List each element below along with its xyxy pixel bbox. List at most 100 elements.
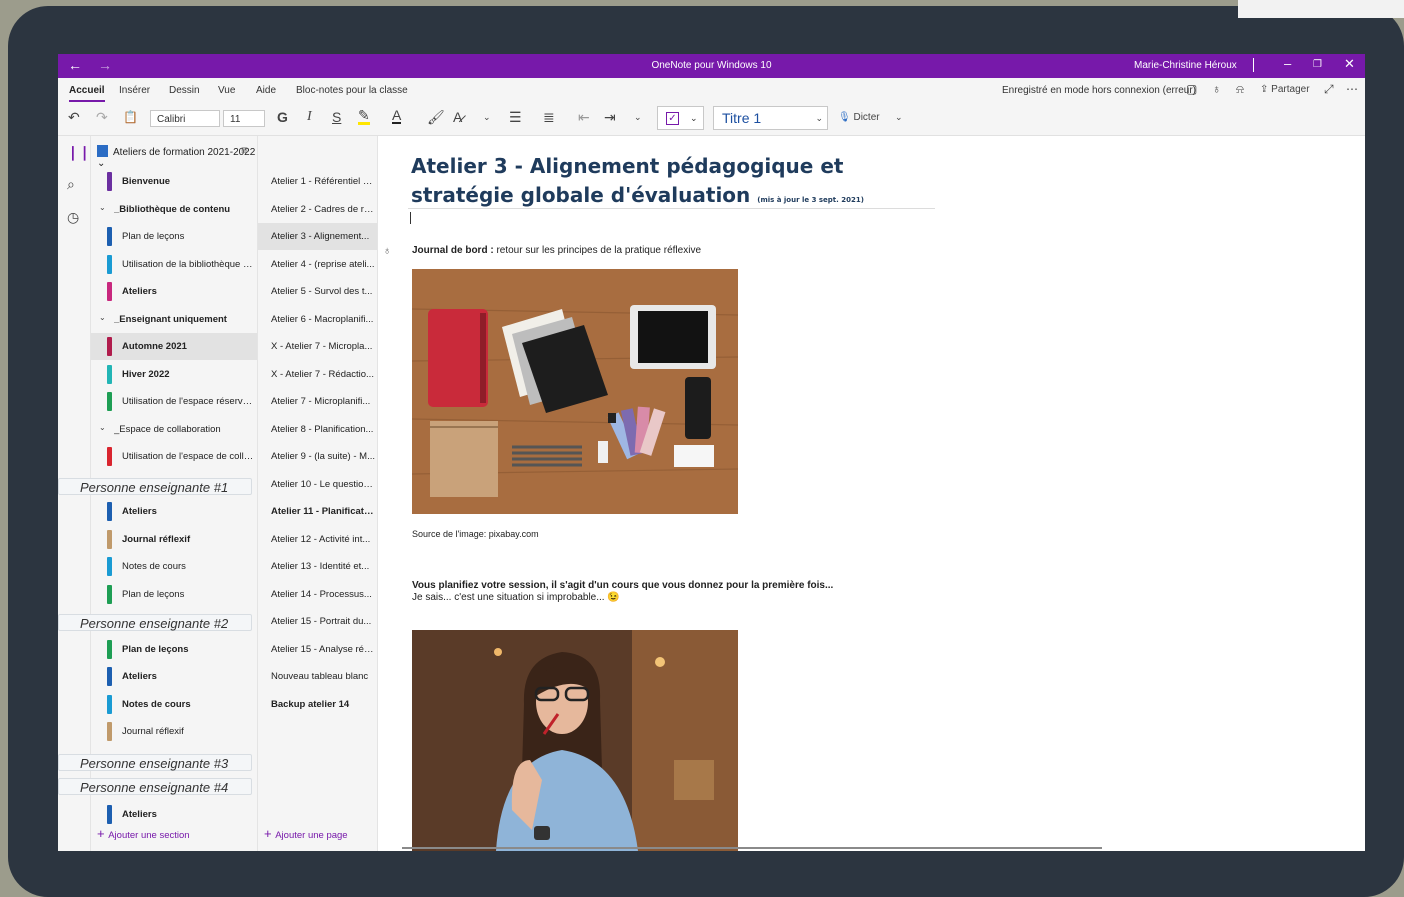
clear-format-icon[interactable]: A̷ xyxy=(453,109,462,125)
sort-icon[interactable]: ≡ xyxy=(241,143,248,157)
section-item[interactable]: Notes de cours xyxy=(91,553,257,580)
section-item[interactable]: Bienvenue xyxy=(91,168,257,195)
chevron-down-icon[interactable]: ⌄ xyxy=(99,423,106,432)
section-group[interactable]: ⌄ _Enseignant uniquement xyxy=(91,306,257,333)
page-item[interactable]: Atelier 15 - Analyse réfl... xyxy=(258,636,377,663)
tab-bloc-notes-classe[interactable]: Bloc-notes pour la classe xyxy=(296,85,408,96)
fullscreen-icon[interactable]: ⤢ xyxy=(1324,82,1334,97)
page-item[interactable]: Atelier 7 - Microplanifi... xyxy=(258,388,377,415)
section-item[interactable]: Ateliers xyxy=(91,801,257,828)
page-item[interactable]: Atelier 13 - Identité et... xyxy=(258,553,377,580)
font-family-select[interactable]: Calibri xyxy=(150,110,220,127)
tab-inserer[interactable]: Insérer xyxy=(119,85,150,96)
page-item[interactable]: X - Atelier 7 - Rédactio... xyxy=(258,361,377,388)
font-size-select[interactable]: 11 xyxy=(223,110,265,127)
lightbulb-icon[interactable]: ♁ xyxy=(1212,82,1221,96)
chevron-down-icon[interactable]: ⌄ xyxy=(895,112,903,123)
page-title[interactable]: Atelier 3 - Alignement pédagogique et st… xyxy=(411,152,931,215)
section-item[interactable]: Ateliers xyxy=(91,498,257,525)
lightbulb-icon[interactable]: ♁ xyxy=(383,245,391,257)
page-item[interactable]: Atelier 11 - Planificatio... xyxy=(258,498,377,525)
italic-button[interactable]: I xyxy=(307,109,312,125)
chevron-down-icon[interactable]: ⌄ xyxy=(483,112,491,123)
format-painter-icon[interactable]: 🖌 xyxy=(427,109,445,126)
page-item[interactable]: Atelier 8 - Planification... xyxy=(258,416,377,443)
user-name[interactable]: Marie-Christine Héroux xyxy=(1134,60,1237,71)
page-item[interactable]: Nouveau tableau blanc xyxy=(258,663,377,690)
scenario-text[interactable]: Je sais... c'est une situation si improb… xyxy=(412,592,620,603)
page-item[interactable]: Atelier 9 - (la suite) - M... xyxy=(258,443,377,470)
outdent-icon[interactable]: ⇤ xyxy=(578,109,590,126)
section-item[interactable]: Journal réflexif xyxy=(91,526,257,553)
sync-status[interactable]: Enregistré en mode hors connexion (erreu… xyxy=(1002,85,1196,96)
page-item[interactable]: Atelier 1 - Référentiel d... xyxy=(258,168,377,195)
section-item[interactable]: Notes de cours xyxy=(91,691,257,718)
chevron-down-icon[interactable]: ⌄ xyxy=(634,112,642,123)
page-item[interactable]: Atelier 6 - Macroplanifi... xyxy=(258,306,377,333)
tab-aide[interactable]: Aide xyxy=(256,85,276,96)
restore-icon[interactable]: ❐ xyxy=(1313,59,1322,70)
minimize-icon[interactable]: – xyxy=(1284,56,1291,71)
page-item[interactable]: Atelier 2 - Cadres de ré... xyxy=(258,196,377,223)
section-label: Bienvenue xyxy=(122,176,171,187)
tab-accueil[interactable]: Accueil xyxy=(69,85,105,102)
bold-button[interactable]: G xyxy=(277,109,288,125)
undo-icon[interactable]: ↶ xyxy=(68,109,80,126)
dictate-button[interactable]: 🎙 Dicter xyxy=(838,112,880,123)
section-group[interactable]: ⌄ _Bibliothèque de contenu xyxy=(91,196,257,223)
chevron-down-icon[interactable]: ⌄ xyxy=(99,203,106,212)
tab-vue[interactable]: Vue xyxy=(218,85,235,96)
close-icon[interactable]: ✕ xyxy=(1344,56,1355,72)
underline-button[interactable]: S xyxy=(332,109,341,125)
recent-clock-icon[interactable]: ◷ xyxy=(67,209,79,226)
image-source-caption[interactable]: Source de l'image: pixabay.com xyxy=(412,529,539,539)
bullet-list-icon[interactable]: ☰ xyxy=(509,109,522,126)
numbered-list-icon[interactable]: ≣ xyxy=(543,109,555,126)
sticky-notes-icon[interactable]: ▢ xyxy=(1186,82,1197,96)
page-item[interactable]: Atelier 4 - (reprise ateli... xyxy=(258,251,377,278)
indent-icon[interactable]: ⇥ xyxy=(604,109,616,126)
style-select[interactable]: Titre 1 ⌄ xyxy=(713,106,828,130)
page-item[interactable]: Atelier 12 - Activité int... xyxy=(258,526,377,553)
section-item[interactable]: Plan de leçons xyxy=(91,581,257,608)
redo-icon[interactable]: ↷ xyxy=(96,109,108,126)
section-item[interactable]: Utilisation de l'espace réservé... xyxy=(91,388,257,415)
page-item[interactable]: Backup atelier 14 xyxy=(258,691,377,718)
section-item[interactable]: Journal réflexif xyxy=(91,718,257,745)
notebook-selector[interactable]: Ateliers de formation 2021-2022 ⌄ xyxy=(97,145,257,169)
todo-tag-button[interactable]: ✓ ⌄ xyxy=(657,106,704,130)
share-button[interactable]: ⇪ Partager xyxy=(1260,84,1310,95)
horizontal-scrollbar[interactable] xyxy=(402,847,1102,849)
section-group[interactable]: ⌄ _Espace de collaboration xyxy=(91,416,257,443)
journal-paragraph[interactable]: Journal de bord : retour sur les princip… xyxy=(412,245,701,256)
thinking-woman-image[interactable] xyxy=(412,630,738,851)
chevron-down-icon[interactable]: ⌄ xyxy=(99,313,106,322)
page-item[interactable]: Atelier 3 - Alignement... xyxy=(258,223,377,250)
section-item[interactable]: Utilisation de la bibliothèque d... xyxy=(91,251,257,278)
page-item[interactable]: X - Atelier 7 - Micropla... xyxy=(258,333,377,360)
section-item[interactable]: Plan de leçons xyxy=(91,636,257,663)
page-item[interactable]: Atelier 14 - Processus... xyxy=(258,581,377,608)
page-item[interactable]: Atelier 10 - Le question... xyxy=(258,471,377,498)
bell-icon[interactable]: ⍾ xyxy=(1236,82,1244,97)
add-section-button[interactable]: + Ajouter une section xyxy=(97,826,190,841)
more-options-icon[interactable]: ⋯ xyxy=(1346,82,1358,96)
desk-flatlay-image[interactable] xyxy=(412,269,738,514)
page-item[interactable]: Atelier 5 - Survol des t... xyxy=(258,278,377,305)
font-color-button[interactable]: A xyxy=(392,108,402,124)
section-item[interactable]: Ateliers xyxy=(91,278,257,305)
section-item[interactable]: Plan de leçons xyxy=(91,223,257,250)
search-icon[interactable]: ⌕ xyxy=(67,176,75,193)
clipboard-icon[interactable]: 📋 xyxy=(123,110,138,124)
scenario-heading[interactable]: Vous planifiez votre session, il s'agit … xyxy=(412,580,833,591)
section-item[interactable]: Hiver 2022 xyxy=(91,361,257,388)
section-color-tab xyxy=(107,722,112,741)
highlight-icon[interactable]: ✎ xyxy=(358,108,370,125)
page-item[interactable]: Atelier 15 - Portrait du... xyxy=(258,608,377,635)
section-item[interactable]: Ateliers xyxy=(91,663,257,690)
add-page-button[interactable]: + Ajouter une page xyxy=(264,826,348,841)
section-item[interactable]: Utilisation de l'espace de colla... xyxy=(91,443,257,470)
page-canvas[interactable]: Atelier 3 - Alignement pédagogique et st… xyxy=(378,136,1365,851)
section-item[interactable]: Automne 2021 xyxy=(91,333,257,360)
tab-dessin[interactable]: Dessin xyxy=(169,85,200,96)
